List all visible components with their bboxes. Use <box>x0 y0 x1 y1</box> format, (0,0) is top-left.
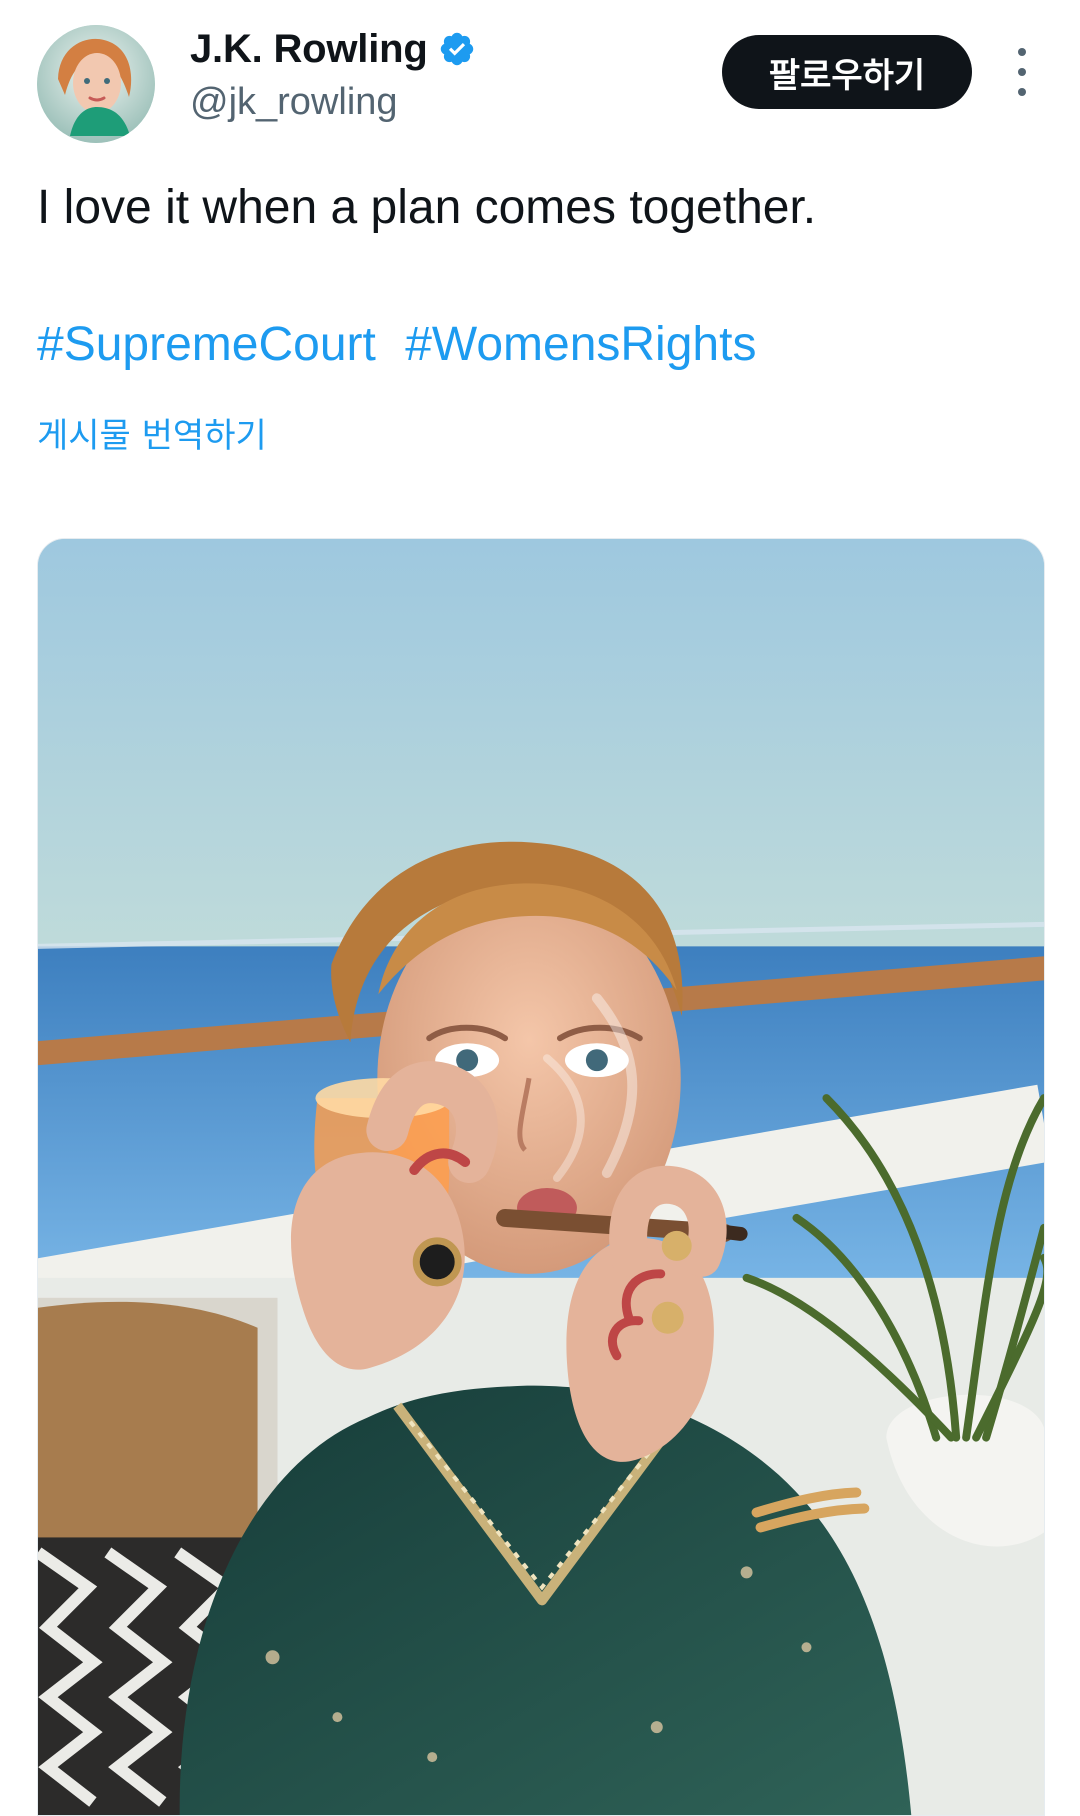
tweet-hashtags: #SupremeCourt #WomensRights <box>37 317 772 372</box>
follow-button[interactable]: 팔로우하기 <box>722 35 972 109</box>
more-dot-bottom <box>1018 88 1026 96</box>
more-vertical-icon[interactable] <box>1005 48 1039 96</box>
translate-post-link[interactable]: 게시물 번역하기 <box>37 408 267 457</box>
more-dot-top <box>1018 48 1026 56</box>
photo-illustration <box>38 539 1044 1815</box>
hashtag-supremecourt[interactable]: #SupremeCourt <box>37 318 376 371</box>
avatar[interactable] <box>37 25 155 143</box>
tweet-text: I love it when a plan comes together. <box>37 181 817 234</box>
tweet-photo[interactable] <box>37 538 1045 1816</box>
author-handle[interactable]: @jk_rowling <box>190 81 398 124</box>
hashtag-womensrights[interactable]: #WomensRights <box>405 318 756 371</box>
author-display-name[interactable]: J.K. Rowling <box>190 28 428 70</box>
author-name-row: J.K. Rowling <box>190 28 476 70</box>
verified-badge-icon <box>440 32 473 66</box>
more-dot-middle <box>1018 68 1026 76</box>
